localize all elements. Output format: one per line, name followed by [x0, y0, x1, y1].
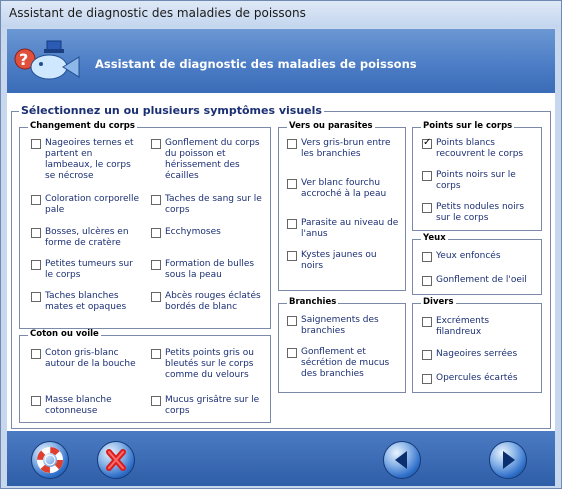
checkbox[interactable] — [287, 139, 297, 149]
checkbox-label: Coloration corporelle pale — [45, 194, 140, 215]
checkbox[interactable] — [31, 396, 41, 406]
checkbox[interactable] — [31, 139, 41, 149]
checkbox-label: Mucus grisâtre sur le corps — [165, 395, 260, 416]
checkbox-checked[interactable] — [422, 137, 432, 149]
doctor-fish-logo-icon: ? — [11, 33, 83, 89]
checkbox-label: Kystes jaunes ou noirs — [301, 250, 377, 271]
checkbox-label: Abcès rouges éclatés bordés de blanc — [165, 291, 261, 312]
group-title: Changement du corps — [28, 121, 137, 131]
checkbox[interactable] — [151, 139, 161, 149]
group-title: Coton ou voile — [28, 329, 101, 339]
checkbox-label: Ver blanc fourchu accroché à la peau — [301, 178, 387, 199]
back-button[interactable] — [383, 441, 421, 479]
svg-text:?: ? — [19, 50, 28, 69]
help-button[interactable] — [31, 441, 69, 479]
checkbox-label: Opercules écartés — [436, 373, 518, 383]
checkbox[interactable] — [31, 292, 41, 302]
checkbox-label: Excréments filandreux — [436, 316, 490, 337]
checkbox-label: Coton gris-blanc autour de la bouche — [45, 348, 136, 369]
checkbox-label: Petits points gris ou bleutés sur le cor… — [165, 348, 254, 380]
checkbox-label: Taches blanches mates et opaques — [45, 291, 127, 312]
checkbox[interactable] — [151, 349, 161, 359]
checkbox-label: Petits nodules noirs sur le corps — [436, 202, 525, 223]
checkbox[interactable] — [422, 276, 432, 286]
checkbox-label: Ecchymoses — [165, 227, 221, 237]
checkbox-label: Yeux enfoncés — [436, 251, 501, 261]
checkbox-label: Points noirs sur le corps — [436, 170, 516, 191]
next-button[interactable] — [489, 441, 527, 479]
checkbox-label: Gonflement du corps du poisson et hériss… — [165, 138, 260, 181]
checkbox[interactable] — [422, 252, 432, 262]
checkbox-label: Masse blanche cotonneuse — [45, 395, 112, 416]
checkbox[interactable] — [31, 228, 41, 238]
group-title: Yeux — [421, 233, 448, 243]
checkbox[interactable] — [422, 203, 432, 213]
checkbox[interactable] — [31, 195, 41, 205]
checkbox[interactable] — [31, 260, 41, 270]
checkbox-label: Taches de sang sur le corps — [165, 194, 262, 215]
group-title: Branchies — [287, 297, 339, 307]
app-window: Assistant de diagnostic des maladies de … — [0, 0, 562, 489]
arrow-left-icon — [395, 451, 407, 469]
red-x-icon — [106, 449, 126, 471]
checkbox-label: Bosses, ulcères en forme de cratère — [45, 227, 129, 248]
checkbox-label: Points blancs recouvrent le corps — [436, 138, 524, 159]
checkbox[interactable] — [422, 374, 432, 384]
title-bar: Assistant de diagnostic des maladies de … — [1, 1, 561, 27]
group-title: Points sur le corps — [421, 121, 515, 131]
cancel-button[interactable] — [97, 441, 135, 479]
checkbox[interactable] — [287, 251, 297, 261]
checkbox[interactable] — [422, 317, 432, 327]
checkbox[interactable] — [287, 179, 297, 189]
checkbox-label: Parasite au niveau de l'anus — [301, 218, 399, 239]
checkbox[interactable] — [287, 348, 297, 358]
checkbox[interactable] — [151, 292, 161, 302]
checkbox-label: Petites tumeurs sur le corps — [45, 259, 133, 280]
checkbox-label: Vers gris-brun entre les branchies — [301, 138, 391, 159]
arrow-right-icon — [503, 451, 515, 469]
section-heading: Sélectionnez un ou plusieurs symptômes v… — [19, 104, 324, 117]
checkbox[interactable] — [151, 260, 161, 270]
checkbox[interactable] — [287, 219, 297, 229]
checkbox[interactable] — [31, 349, 41, 359]
checkbox[interactable] — [151, 396, 161, 406]
checkbox[interactable] — [151, 228, 161, 238]
group-title: Divers — [421, 297, 456, 307]
bottom-toolbar — [7, 431, 555, 486]
banner-title: Assistant de diagnostic des maladies de … — [95, 57, 417, 71]
checkbox-label: Nageoires serrées — [436, 349, 518, 359]
lifebuoy-icon — [37, 447, 63, 473]
window-title: Assistant de diagnostic des maladies de … — [9, 6, 306, 20]
checkbox-label: Gonflement et sécrétion de mucus des bra… — [301, 347, 390, 379]
checkbox[interactable] — [422, 171, 432, 181]
checkbox-label: Gonflement de l'oeil — [436, 275, 527, 285]
group-title: Vers ou parasites — [287, 121, 375, 131]
group-yeux: Yeux — [412, 233, 542, 295]
checkbox[interactable] — [287, 316, 297, 326]
checkbox-label: Saignements des branchies — [301, 315, 379, 336]
checkbox[interactable] — [422, 350, 432, 360]
checkbox-label: Formation de bulles sous la peau — [165, 259, 255, 280]
checkbox[interactable] — [151, 195, 161, 205]
checkbox-label: Nageoires ternes et partent en lambeaux,… — [45, 138, 134, 181]
header-banner: ? Assistant de diagnostic des maladies d… — [7, 29, 555, 93]
